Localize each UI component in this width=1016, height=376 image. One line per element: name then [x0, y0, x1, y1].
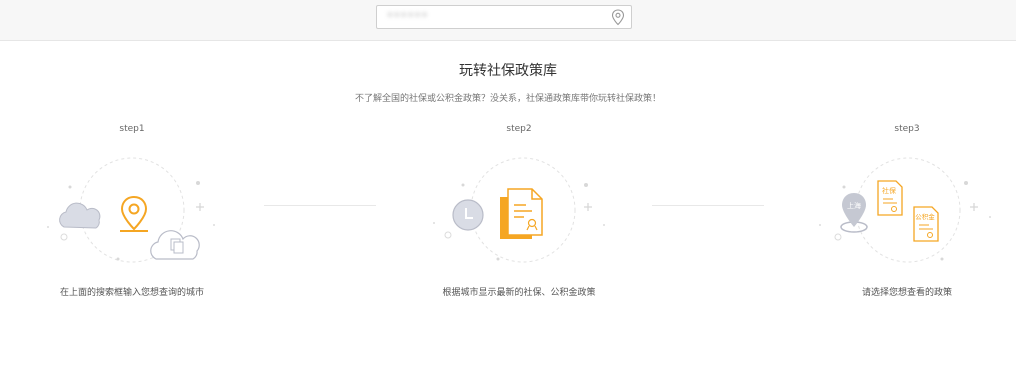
- step3-label: step3: [894, 124, 920, 134]
- cloud-document-icon: [150, 230, 200, 260]
- step1-illustration: [47, 157, 215, 263]
- page-subtitle: 不了解全国的社保或公积金政策？没关系，社保通政策库带你玩转社保政策！: [354, 94, 661, 104]
- housing-fund-document-icon: 公积金: [913, 206, 939, 242]
- top-bar: ••••••: [0, 0, 1016, 41]
- step2-illustration: [433, 157, 605, 263]
- doc-label-social: 社保: [882, 186, 896, 195]
- step2-label: step2: [506, 124, 532, 134]
- social-insurance-document-icon: 社保: [877, 180, 903, 216]
- connector-line: [264, 205, 376, 206]
- page-title: 玩转社保政策库: [459, 63, 557, 79]
- city-pin-icon: 上海: [840, 193, 868, 233]
- city-search-input[interactable]: ••••••: [376, 5, 632, 29]
- step2-description: 根据城市显示最新的社保、公积金政策: [442, 288, 596, 298]
- cloud-icon: [59, 202, 101, 229]
- doc-label-fund: 公积金: [915, 212, 935, 221]
- step1-label: step1: [119, 124, 145, 134]
- clock-icon: [452, 199, 484, 231]
- search-value: ••••••: [387, 10, 429, 21]
- location-pin-icon: [120, 195, 148, 232]
- connector-line: [652, 205, 764, 206]
- step1-description: 在上面的搜索框输入您想查询的城市: [59, 288, 204, 298]
- location-pin-icon[interactable]: [611, 9, 625, 26]
- policy-document-icon: [500, 188, 543, 239]
- step3-illustration: 上海 社保 公积金: [819, 157, 991, 263]
- step3-description: 请选择您想查看的政策: [861, 288, 952, 298]
- city-pin-label: 上海: [847, 201, 861, 210]
